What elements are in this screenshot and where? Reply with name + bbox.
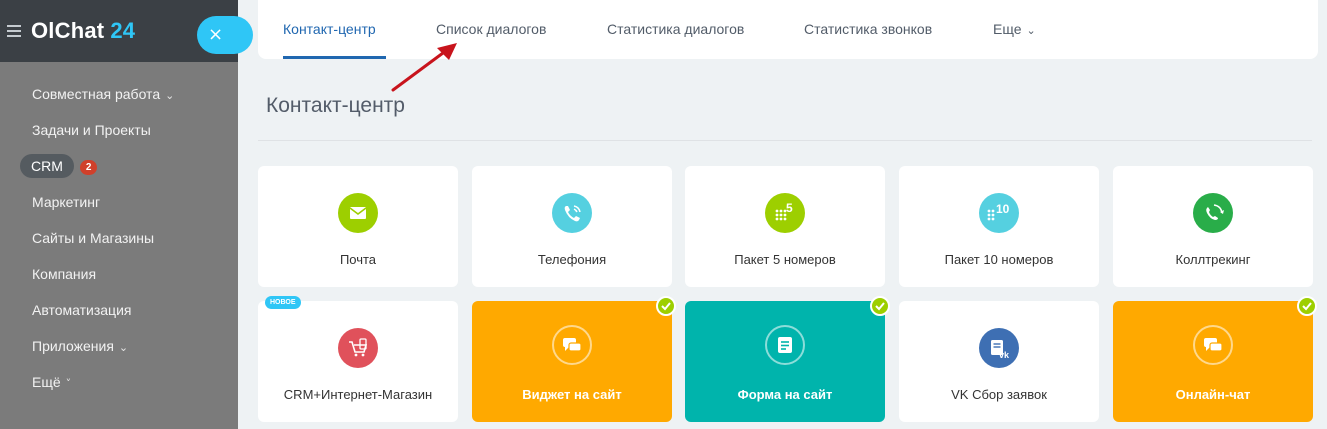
tile-label: Онлайн-чат (1175, 387, 1251, 402)
sidebar-item-label: Задачи и Проекты (32, 122, 151, 138)
sidebar-item-label: Маркетинг (32, 194, 101, 210)
chat-bubbles-icon (1193, 325, 1233, 365)
tile-mail[interactable]: Почта (258, 166, 458, 287)
tile-vk-leads[interactable]: vk VK Сбор заявок (899, 301, 1099, 422)
tab-dialog-stats[interactable]: Статистика диалогов (607, 21, 744, 59)
sidebar-item-automation[interactable]: Автоматизация (0, 292, 238, 328)
svg-text:vk: vk (999, 350, 1010, 360)
tab-label: Статистика звонков (804, 21, 933, 37)
sidebar-item-crm[interactable]: CRM 2 (0, 148, 238, 184)
calltracking-icon (1193, 193, 1233, 233)
tile-label: Почта (339, 252, 377, 267)
sidebar-item-company[interactable]: Компания (0, 256, 238, 292)
sidebar-item-label: Компания (32, 266, 97, 282)
tile-label: Виджет на сайт (522, 387, 622, 402)
tile-label: Пакет 5 номеров (734, 252, 836, 267)
tile-crm-shop[interactable]: CRM+Интернет-Магазин (258, 301, 458, 422)
tile-calltracking[interactable]: Коллтрекинг (1113, 166, 1313, 287)
sidebar: OlChat 24 Совместная работа ⌄ Задачи и Про… (0, 0, 238, 429)
tab-label: Статистика диалогов (607, 21, 745, 37)
sidebar-item-apps[interactable]: Приложения ⌄ (0, 328, 238, 364)
shop-cart-icon (338, 328, 378, 368)
connected-check-icon (656, 296, 676, 316)
mail-icon (338, 193, 378, 233)
tab-call-stats[interactable]: Статистика звонков (804, 21, 932, 59)
new-badge: НОВОЕ (265, 296, 301, 309)
keypad-10-icon: 10 (979, 193, 1019, 233)
tab-label: Список диалогов (436, 21, 547, 37)
tile-online-chat[interactable]: Онлайн-чат (1113, 301, 1313, 422)
chat-bubbles-icon (552, 325, 592, 365)
tile-label: Телефония (537, 252, 607, 267)
tab-more[interactable]: Еще ⌄ (993, 21, 1036, 59)
sidebar-item-more[interactable]: Ещё ˅ (0, 364, 238, 400)
form-icon (765, 325, 805, 365)
sidebar-item-label: Автоматизация (32, 302, 132, 318)
tile-site-widget[interactable]: Виджет на сайт (472, 301, 672, 422)
phone-icon (552, 193, 592, 233)
sidebar-item-label: Совместная работа (32, 86, 161, 102)
tab-contact-center[interactable]: Контакт-центр (283, 21, 376, 59)
sidebar-item-tasks[interactable]: Задачи и Проекты (0, 112, 238, 148)
sidebar-item-label: Ещё (32, 374, 61, 390)
tile-label: CRM+Интернет-Магазин (283, 387, 433, 402)
title-divider (258, 140, 1312, 141)
tile-telephony[interactable]: Телефония (472, 166, 672, 287)
sidebar-item-label: CRM (20, 154, 74, 178)
keypad-number: 5 (786, 201, 793, 215)
annotation-arrow (391, 43, 457, 92)
connected-check-icon (870, 296, 890, 316)
chevron-down-icon: ˅ (65, 377, 72, 390)
app-logo[interactable]: OlChat 24 (31, 18, 135, 44)
sidebar-item-label: Приложения (32, 338, 114, 354)
logo-name: OlChat (31, 18, 105, 43)
chevron-down-icon: ⌄ (118, 341, 129, 354)
sidebar-item-sites[interactable]: Сайты и Магазины (0, 220, 238, 256)
logo-number: 24 (110, 18, 136, 43)
close-slider-button[interactable]: × (197, 16, 253, 54)
tile-label: VK Сбор заявок (951, 387, 1047, 402)
tab-label: Еще (993, 21, 1022, 37)
menu-icon[interactable] (7, 25, 21, 37)
tile-package-5[interactable]: 5 Пакет 5 номеров (685, 166, 885, 287)
chevron-down-icon: ⌄ (1026, 24, 1036, 37)
tile-label: Форма на сайт (737, 387, 833, 402)
active-tab-indicator (283, 56, 386, 59)
sidebar-item-collaboration[interactable]: Совместная работа ⌄ (0, 76, 238, 112)
tab-label: Контакт-центр (283, 21, 376, 37)
close-icon: × (208, 24, 224, 45)
page-title: Контакт-центр (266, 94, 405, 117)
sidebar-menu: Совместная работа ⌄ Задачи и Проекты CRM 2… (0, 76, 238, 400)
sidebar-item-marketing[interactable]: Маркетинг (0, 184, 238, 220)
tile-site-form[interactable]: Форма на сайт (685, 301, 885, 422)
tile-package-10[interactable]: 10 Пакет 10 номеров (899, 166, 1099, 287)
connected-check-icon (1297, 296, 1317, 316)
tile-label: Пакет 10 номеров (944, 252, 1054, 267)
keypad-5-icon: 5 (765, 193, 805, 233)
crm-counter-badge: 2 (79, 160, 98, 175)
vk-form-icon: vk (979, 328, 1019, 368)
keypad-number: 10 (996, 202, 1010, 216)
sidebar-item-label: Сайты и Магазины (32, 230, 155, 246)
tile-label: Коллтрекинг (1175, 252, 1251, 267)
chevron-down-icon: ⌄ (165, 89, 175, 102)
